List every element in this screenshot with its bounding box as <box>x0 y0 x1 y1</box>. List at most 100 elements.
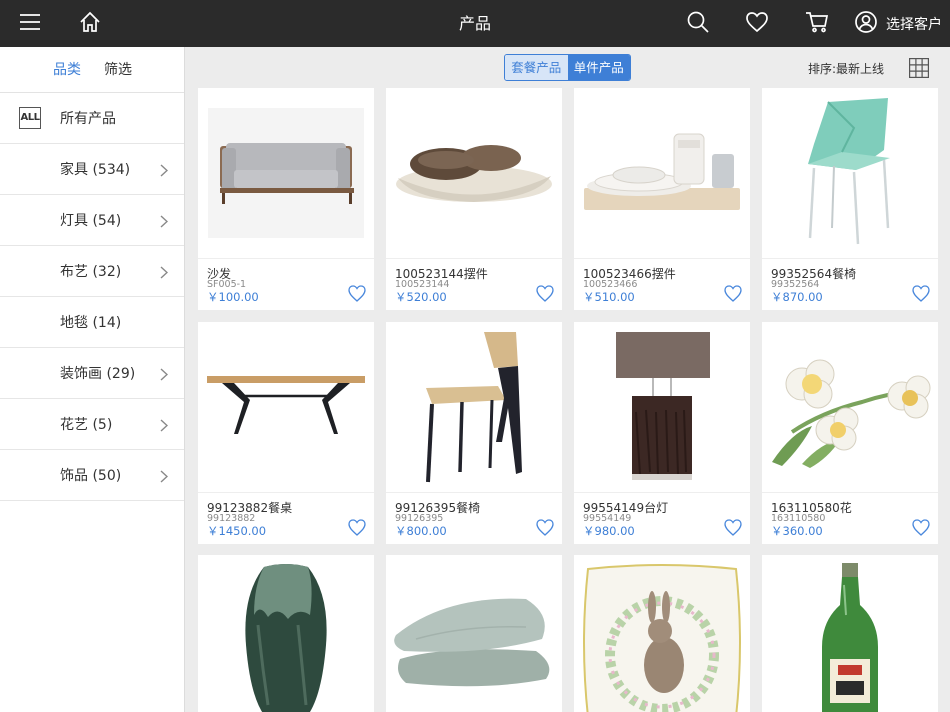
favorite-button[interactable] <box>348 285 366 302</box>
product-price: ￥980.00 <box>583 524 635 538</box>
heart-icon <box>536 285 554 306</box>
sidebar-item-label: 所有产品 <box>60 111 116 127</box>
product-price: ￥100.00 <box>207 290 259 304</box>
sidebar-item-paintings[interactable]: 装饰画 (29) <box>0 348 184 399</box>
product-image-dining-table <box>198 322 374 492</box>
product-card[interactable]: 99123882餐桌 99123882 ￥1450.00 <box>198 322 374 544</box>
product-image-green-vase <box>198 555 374 712</box>
heart-icon <box>348 285 366 306</box>
product-card[interactable]: 99554149台灯 99554149 ￥980.00 <box>574 322 750 544</box>
product-info: 100523144摆件 100523144 ￥520.00 <box>386 258 562 310</box>
favorites-button[interactable] <box>739 0 775 47</box>
product-image-wood-chair <box>386 322 562 492</box>
home-icon <box>79 11 101 37</box>
menu-icon <box>19 13 41 35</box>
home-button[interactable] <box>72 0 108 47</box>
chevron-right-icon <box>160 417 169 432</box>
chevron-right-icon <box>160 468 169 483</box>
sidebar-item-rugs[interactable]: 地毯 (14) <box>0 297 184 348</box>
product-info: 163110580花 163110580 ￥360.00 <box>762 492 938 544</box>
select-customer-button[interactable]: 选择客户 <box>855 0 943 47</box>
product-info: 99126395餐椅 99126395 ￥800.00 <box>386 492 562 544</box>
product-price: ￥1450.00 <box>207 524 267 538</box>
product-card[interactable]: 100523466摆件 100523466 ￥510.00 <box>574 88 750 310</box>
sort-selector[interactable]: 排序:最新上线 <box>808 60 884 77</box>
chevron-right-icon <box>160 366 169 381</box>
product-image-mint-chair <box>762 88 938 258</box>
product-image-green-bottle <box>762 555 938 712</box>
heart-icon <box>536 519 554 540</box>
sidebar-item-label: 布艺 (32) <box>60 264 122 280</box>
product-card[interactable] <box>762 555 938 712</box>
product-image-tableware-set <box>574 88 750 258</box>
segment-single-products[interactable]: 单件产品 <box>567 55 630 80</box>
sidebar: 品类 筛选 ALL 所有产品 家具 (534) 灯具 (54) 布艺 (32) … <box>0 47 185 712</box>
grid-view-toggle[interactable] <box>909 58 929 78</box>
tab-category[interactable]: 品类 <box>53 47 81 93</box>
grid-view-icon <box>909 58 929 82</box>
top-bar: 产品 选择客户 <box>0 0 950 47</box>
sidebar-item-furniture[interactable]: 家具 (534) <box>0 144 184 195</box>
all-icon: ALL <box>19 107 41 129</box>
heart-icon <box>912 519 930 540</box>
product-card[interactable]: 99126395餐椅 99126395 ￥800.00 <box>386 322 562 544</box>
product-card[interactable]: 沙发 SF005-1 ￥100.00 <box>198 88 374 310</box>
heart-icon <box>724 285 742 306</box>
product-card[interactable]: 99352564餐椅 99352564 ￥870.00 <box>762 88 938 310</box>
product-card[interactable]: 100523144摆件 100523144 ￥520.00 <box>386 88 562 310</box>
favorite-button[interactable] <box>536 285 554 302</box>
menu-button[interactable] <box>12 0 48 47</box>
product-card[interactable]: 163110580花 163110580 ￥360.00 <box>762 322 938 544</box>
product-info: 100523466摆件 100523466 ￥510.00 <box>574 258 750 310</box>
product-type-segmented-control: 套餐产品 单件产品 <box>504 54 631 81</box>
favorite-button[interactable] <box>912 285 930 302</box>
favorite-button[interactable] <box>536 519 554 536</box>
product-image-table-lamp <box>574 322 750 492</box>
sidebar-item-label: 装饰画 (29) <box>60 366 136 382</box>
sidebar-item-textiles[interactable]: 布艺 (32) <box>0 246 184 297</box>
product-info: 沙发 SF005-1 ￥100.00 <box>198 258 374 310</box>
sidebar-item-all-products[interactable]: ALL 所有产品 <box>0 93 184 144</box>
sidebar-item-florals[interactable]: 花艺 (5) <box>0 399 184 450</box>
product-card[interactable] <box>574 555 750 712</box>
heart-icon <box>746 11 768 36</box>
sidebar-item-accessories[interactable]: 饰品 (50) <box>0 450 184 501</box>
heart-icon <box>348 519 366 540</box>
select-customer-label: 选择客户 <box>886 16 942 33</box>
favorite-button[interactable] <box>912 519 930 536</box>
product-price: ￥360.00 <box>771 524 823 538</box>
product-info: 99554149台灯 99554149 ￥980.00 <box>574 492 750 544</box>
search-button[interactable] <box>680 0 716 47</box>
product-image-daffodils <box>762 322 938 492</box>
segment-bundle-products[interactable]: 套餐产品 <box>505 55 568 80</box>
favorite-button[interactable] <box>348 519 366 536</box>
product-image-rabbit-pillow <box>574 555 750 712</box>
favorite-button[interactable] <box>724 519 742 536</box>
sidebar-item-lighting[interactable]: 灯具 (54) <box>0 195 184 246</box>
search-icon <box>687 11 709 37</box>
sidebar-item-label: 饰品 (50) <box>60 468 122 484</box>
tab-filter[interactable]: 筛选 <box>104 47 132 93</box>
product-price: ￥520.00 <box>395 290 447 304</box>
product-image-grey-cushions <box>386 555 562 712</box>
cart-icon <box>805 11 829 37</box>
chevron-right-icon <box>160 213 169 228</box>
chevron-right-icon <box>160 162 169 177</box>
favorite-button[interactable] <box>724 285 742 302</box>
product-image-bread-plate <box>386 88 562 258</box>
cart-button[interactable] <box>799 0 835 47</box>
heart-icon <box>724 519 742 540</box>
product-info: 99352564餐椅 99352564 ￥870.00 <box>762 258 938 310</box>
sidebar-tabs: 品类 筛选 <box>0 47 184 93</box>
sidebar-item-label: 地毯 (14) <box>60 315 122 331</box>
chevron-right-icon <box>160 264 169 279</box>
heart-icon <box>912 285 930 306</box>
product-card[interactable] <box>386 555 562 712</box>
product-image-sofa <box>198 88 374 258</box>
product-price: ￥870.00 <box>771 290 823 304</box>
sidebar-item-label: 灯具 (54) <box>60 213 122 229</box>
product-card[interactable] <box>198 555 374 712</box>
sidebar-item-label: 花艺 (5) <box>60 417 113 433</box>
product-price: ￥800.00 <box>395 524 447 538</box>
product-info: 99123882餐桌 99123882 ￥1450.00 <box>198 492 374 544</box>
